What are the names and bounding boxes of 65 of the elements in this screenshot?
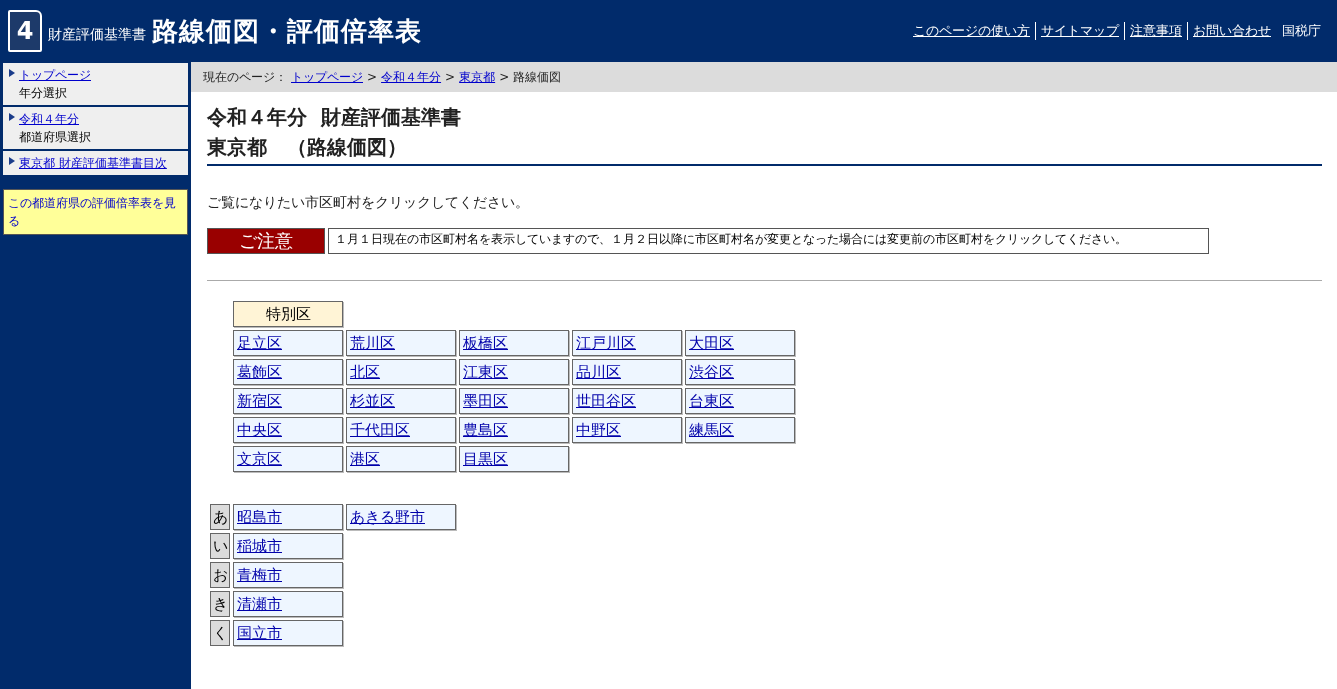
instruction-text: ご覧になりたい市区町村をクリックしてください。 [207, 194, 530, 212]
notice-text: １月１日現在の市区町村名を表示していますので、１月２日以降に市区町村名が変更となった場合には変更前の市区町村をクリックしてください。 [328, 228, 1209, 254]
kana-index: い [210, 533, 230, 559]
city-link[interactable]: あきる野市 [350, 507, 425, 527]
breadcrumb-label: 現在のページ： [203, 68, 287, 86]
triangle-icon [9, 113, 15, 121]
sidebar-link[interactable]: トップページ [19, 68, 91, 82]
ward-link[interactable]: 葛飾区 [237, 362, 282, 382]
ward-link[interactable]: 板橋区 [463, 333, 508, 353]
ward-link[interactable]: 墨田区 [463, 391, 508, 411]
city-link[interactable]: 青梅市 [237, 565, 282, 585]
sidebar-link[interactable]: 令和４年分 [19, 112, 79, 126]
page-heading: 令和４年分 財産評価基準書 [207, 104, 462, 131]
breadcrumb-separator: > [499, 70, 510, 84]
logo-icon: 4 [8, 10, 42, 52]
ward-link[interactable]: 豊島区 [463, 420, 508, 440]
notice-label: ご注意 [207, 228, 325, 254]
ward-link[interactable]: 世田谷区 [576, 391, 636, 411]
city-link[interactable]: 清瀬市 [237, 594, 282, 614]
ward-link[interactable]: 江東区 [463, 362, 508, 382]
breadcrumb-link[interactable]: 東京都 [459, 68, 496, 86]
city-link[interactable]: 国立市 [237, 623, 282, 643]
ward-link[interactable]: 足立区 [237, 333, 282, 353]
ward-link[interactable]: 品川区 [576, 362, 621, 382]
ward-link[interactable]: 江戸川区 [576, 333, 636, 353]
kana-index: き [210, 591, 230, 617]
ward-link[interactable]: 港区 [350, 449, 380, 469]
ward-link[interactable]: 目黒区 [463, 449, 508, 469]
sidebar-caption: 都道府県選択 [19, 130, 91, 144]
site-subtitle: 財産評価基準書 [48, 26, 146, 44]
sidebar-caption: 年分選択 [19, 86, 67, 100]
ward-link[interactable]: 千代田区 [350, 420, 410, 440]
kana-index: く [210, 620, 230, 646]
breadcrumb-current: 路線価図 [513, 68, 562, 86]
header-link[interactable]: 注意事項 [1124, 22, 1187, 40]
breadcrumb-separator: > [367, 70, 378, 84]
ward-link[interactable]: 北区 [350, 362, 380, 382]
ward-link[interactable]: 杉並区 [350, 391, 395, 411]
header-link[interactable]: お問い合わせ [1187, 22, 1276, 40]
city-link[interactable]: 稲城市 [237, 536, 282, 556]
kana-index: お [210, 562, 230, 588]
header-link[interactable]: サイトマップ [1035, 22, 1124, 40]
triangle-icon [9, 157, 15, 165]
breadcrumb-separator: > [445, 70, 456, 84]
triangle-icon [9, 69, 15, 77]
ward-link[interactable]: 荒川区 [350, 333, 395, 353]
page-heading: 東京都 （路線価図） [207, 134, 408, 161]
site-title: 路線価図・評価倍率表 [152, 14, 422, 48]
ward-link[interactable]: 渋谷区 [689, 362, 734, 382]
ward-link[interactable]: 大田区 [689, 333, 734, 353]
ward-link[interactable]: 文京区 [237, 449, 282, 469]
ward-link[interactable]: 練馬区 [689, 420, 734, 440]
ward-link[interactable]: 中野区 [576, 420, 621, 440]
breadcrumb-link[interactable]: トップページ [291, 68, 363, 86]
city-link[interactable]: 昭島市 [237, 507, 282, 527]
breadcrumb-link[interactable]: 令和４年分 [381, 68, 442, 86]
rate-table-link[interactable]: この都道府県の評価倍率表を見る [3, 189, 188, 235]
ward-link[interactable]: 台東区 [689, 391, 734, 411]
header-link[interactable]: このページの使い方 [908, 22, 1035, 40]
kana-index: あ [210, 504, 230, 530]
agency-name: 国税庁 [1282, 22, 1321, 40]
sidebar-link[interactable]: 東京都 財産評価基準書目次 [19, 156, 167, 170]
ward-link[interactable]: 中央区 [237, 420, 282, 440]
ward-link[interactable]: 新宿区 [237, 391, 282, 411]
special-wards-heading: 特別区 [233, 301, 343, 327]
